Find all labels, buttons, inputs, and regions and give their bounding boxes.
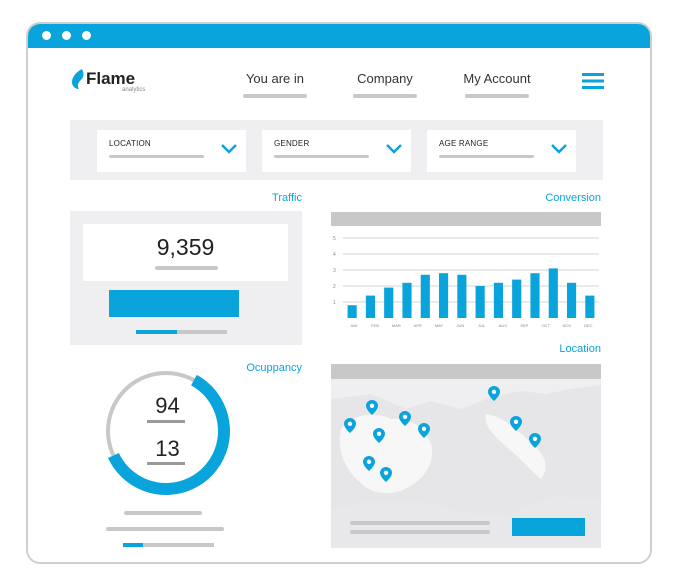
occupancy-value-top: 94 xyxy=(155,393,180,418)
x-tick-label: DEC xyxy=(584,323,593,328)
chart-bar[interactable] xyxy=(439,273,449,318)
nav-underline xyxy=(353,94,417,98)
map-pin-icon[interactable] xyxy=(529,433,541,448)
nav-underline xyxy=(243,94,307,98)
map-pin-icon[interactable] xyxy=(380,467,392,482)
x-tick-label: MAR xyxy=(392,323,401,328)
age-range-filter-value xyxy=(439,155,534,158)
x-tick-label: JUN xyxy=(456,323,464,328)
nav-underline xyxy=(465,94,529,98)
location-title: Location xyxy=(559,343,601,355)
chart-bar[interactable] xyxy=(567,282,577,318)
gender-filter-label: GENDER xyxy=(274,139,310,148)
chart-bar[interactable] xyxy=(585,295,595,318)
map-pin-icon[interactable] xyxy=(510,416,522,431)
map-caption-bar xyxy=(350,521,490,525)
brand-tagline: analytics xyxy=(122,87,146,93)
x-tick-label: OCT xyxy=(541,323,550,328)
x-tick-label: JAN xyxy=(350,323,358,328)
age-range-filter[interactable]: AGE RANGE xyxy=(427,130,576,172)
occupancy-caption-bar xyxy=(106,527,224,531)
traffic-caption-bar xyxy=(155,266,218,270)
x-tick-label: APR xyxy=(414,323,422,328)
hamburger-icon[interactable] xyxy=(582,73,604,89)
conversion-chart: 1 2 3 4 5 JAN FEB MAR APR MAY JUN JUL AUG SEP OCT NOV DE… xyxy=(333,236,599,328)
conversion-header-bar xyxy=(331,212,601,226)
y-tick-label: 5 xyxy=(333,236,336,242)
traffic-card: 9,359 xyxy=(70,211,302,345)
chart-bar[interactable] xyxy=(512,279,522,318)
x-tick-label: FEB xyxy=(371,323,379,328)
x-tick-label: SEP xyxy=(520,323,528,328)
title-bar xyxy=(28,24,650,48)
chart-bar[interactable] xyxy=(493,282,503,318)
chart-bar[interactable] xyxy=(530,273,540,318)
chart-bar[interactable] xyxy=(402,282,412,318)
nav-item-my-account[interactable]: My Account xyxy=(461,71,533,86)
map-action-button[interactable] xyxy=(512,518,585,536)
map-pin-icon[interactable] xyxy=(418,423,430,438)
traffic-action-button[interactable] xyxy=(109,290,239,317)
chart-bar[interactable] xyxy=(548,268,558,318)
location-map[interactable] xyxy=(331,379,601,548)
traffic-value: 9,359 xyxy=(156,234,215,260)
chevron-down-icon[interactable] xyxy=(220,142,238,156)
chart-bar[interactable] xyxy=(457,274,467,318)
occupancy-divider xyxy=(147,462,185,465)
map-pin-icon[interactable] xyxy=(373,428,385,443)
occupancy-progress-track xyxy=(123,543,214,547)
gender-filter-value xyxy=(274,155,369,158)
x-tick-label: JUL xyxy=(478,323,486,328)
conversion-title: Conversion xyxy=(545,192,601,204)
chart-bar[interactable] xyxy=(384,287,394,318)
map-pin-icon[interactable] xyxy=(366,400,378,415)
location-filter[interactable]: LOCATION xyxy=(97,130,246,172)
map-caption-bar xyxy=(350,530,490,534)
chevron-down-icon[interactable] xyxy=(550,142,568,156)
x-tick-label: AUG xyxy=(499,323,508,328)
x-tick-label: NOV xyxy=(563,323,572,328)
occupancy-caption-bar xyxy=(124,511,202,515)
y-tick-label: 2 xyxy=(333,284,336,290)
gender-filter[interactable]: GENDER xyxy=(262,130,411,172)
x-tick-label: MAY xyxy=(435,323,444,328)
occupancy-value-bottom: 13 xyxy=(155,436,180,461)
y-tick-label: 1 xyxy=(333,300,336,306)
location-header-bar xyxy=(331,364,601,379)
map-pin-icon[interactable] xyxy=(488,386,500,401)
location-filter-label: LOCATION xyxy=(109,139,151,148)
chevron-down-icon[interactable] xyxy=(385,142,403,156)
chart-bar[interactable] xyxy=(475,286,485,318)
map-pin-icon[interactable] xyxy=(344,418,356,433)
traffic-value-box: 9,359 xyxy=(83,224,288,281)
age-range-filter-label: AGE RANGE xyxy=(439,139,489,148)
traffic-progress-track xyxy=(136,330,227,334)
map-pin-icon[interactable] xyxy=(399,411,411,426)
occupancy-progress-fill xyxy=(123,543,144,547)
brand-logo[interactable]: Flame analytics xyxy=(70,68,150,94)
location-filter-value xyxy=(109,155,204,158)
window-dot-maximize[interactable] xyxy=(82,31,91,40)
nav-item-you-are-in[interactable]: You are in xyxy=(243,71,307,86)
traffic-title: Traffic xyxy=(272,192,302,204)
chart-bar[interactable] xyxy=(347,305,357,318)
window-dot-minimize[interactable] xyxy=(62,31,71,40)
chart-bar[interactable] xyxy=(365,295,375,318)
brand-name: Flame xyxy=(86,69,136,88)
window-dot-close[interactable] xyxy=(42,31,51,40)
chart-bar[interactable] xyxy=(420,274,430,318)
y-tick-label: 3 xyxy=(333,268,336,274)
y-tick-label: 4 xyxy=(333,252,336,258)
nav-item-company[interactable]: Company xyxy=(353,71,417,86)
map-pin-icon[interactable] xyxy=(363,456,375,471)
occupancy-ring xyxy=(102,368,230,495)
traffic-progress-fill xyxy=(136,330,177,334)
occupancy-divider xyxy=(147,420,185,423)
occupancy-ring-arc xyxy=(102,368,230,495)
